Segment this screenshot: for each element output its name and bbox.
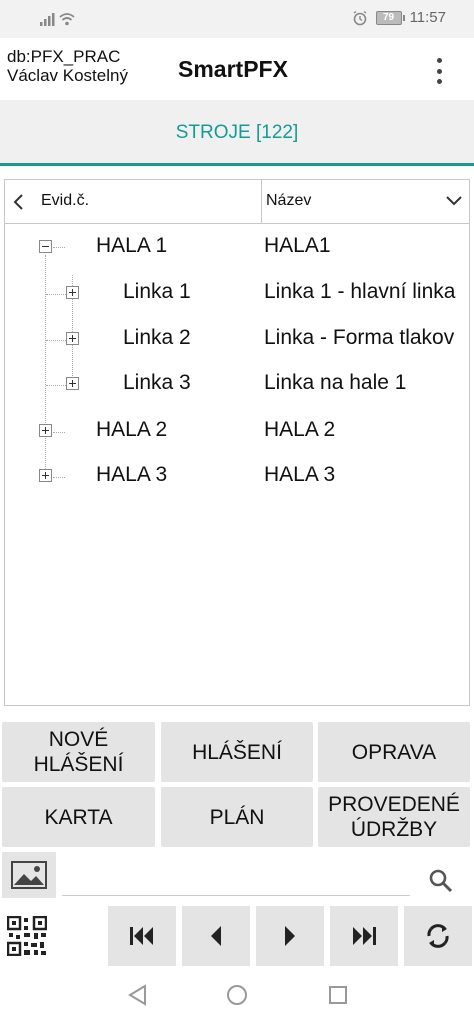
plan-button[interactable]: PLÁN [161,787,313,847]
row-nazev: HALA1 [264,234,331,257]
battery-indicator: 79 [375,10,405,25]
status-bar: 79 11:57 [0,0,474,38]
column-header-nazev[interactable]: Název [266,192,311,210]
search-input[interactable] [62,862,410,896]
tree-row-hala-3[interactable]: HALA 3 HALA 3 [5,454,469,498]
collapse-icon[interactable] [39,240,52,253]
row-nazev: Linka - Forma tlakov [264,326,455,349]
image-icon [11,861,47,889]
expand-icon[interactable] [39,469,52,482]
alarm-icon [353,10,366,25]
expand-icon[interactable] [39,424,52,437]
chevron-left-icon[interactable] [11,192,25,212]
user-name: Václav Kostelný [7,66,128,85]
row-nazev: Linka 1 - hlavní linka [264,280,456,303]
row-evid: HALA 1 [96,234,168,257]
tree-row-linka-1[interactable]: Linka 1 Linka 1 - hlavní linka [5,271,469,315]
tree-row-hala-1[interactable]: HALA 1 HALA1 [5,225,469,269]
row-evid: Linka 2 [123,326,191,349]
card-button[interactable]: KARTA [2,787,155,847]
image-button[interactable] [2,852,56,898]
home-icon[interactable] [225,983,249,1007]
system-nav-bar [0,968,474,1022]
maintenance-button[interactable]: PROVEDENÉ ÚDRŽBY [318,787,470,847]
qr-code-icon [7,916,47,956]
row-evid: HALA 3 [96,463,168,486]
clock: 11:57 [409,9,446,26]
last-record-button[interactable] [330,906,398,966]
tab-bar: STROJE [122] [0,100,474,166]
next-record-button[interactable] [256,906,324,966]
tree-row-linka-2[interactable]: Linka 2 Linka - Forma tlakov [5,317,469,361]
skip-last-icon [353,927,376,945]
new-report-button[interactable]: NOVÉ HLÁŠENÍ [2,722,155,782]
maintenance-label-line1: PROVEDENÉ [328,793,460,816]
signal-wifi-icon [40,13,75,26]
row-evid: Linka 3 [123,371,191,394]
row-evid: HALA 2 [96,418,168,441]
new-report-label-line2: HLÁŠENÍ [33,753,124,776]
expand-icon[interactable] [66,332,79,345]
app-header: db:PFX_PRAC Václav Kostelný SmartPFX [0,38,474,100]
first-record-button[interactable] [108,906,176,966]
skip-first-icon [130,927,153,945]
tree-row-linka-3[interactable]: Linka 3 Linka na hale 1 [5,362,469,406]
previous-record-button[interactable] [182,906,250,966]
next-icon [285,926,295,946]
tree-row-hala-2[interactable]: HALA 2 HALA 2 [5,409,469,453]
db-info: db:PFX_PRAC Václav Kostelný [7,47,128,85]
database-name: db:PFX_PRAC [7,47,121,66]
column-header-evid[interactable]: Evid.č. [41,192,89,210]
recents-icon[interactable] [327,984,349,1006]
machine-tree: Evid.č. Název HALA 1 HALA1 Linka 1 Linka… [4,179,470,706]
maintenance-label-line2: ÚDRŽBY [350,818,438,841]
overflow-menu-icon[interactable] [434,58,444,84]
expand-icon[interactable] [66,286,79,299]
row-nazev: Linka na hale 1 [264,371,407,394]
column-divider [261,180,262,224]
chevron-down-icon[interactable] [445,194,463,208]
reports-button[interactable]: HLÁŠENÍ [161,722,313,782]
expand-icon[interactable] [66,377,79,390]
row-nazev: HALA 3 [264,463,336,486]
tab-indicator [0,163,474,166]
refresh-icon [427,924,449,948]
tab-machines[interactable]: STROJE [122] [0,122,474,144]
new-report-label-line1: NOVÉ [48,728,109,751]
tree-header: Evid.č. Název [5,180,469,224]
repair-button[interactable]: OPRAVA [318,722,470,782]
row-evid: Linka 1 [123,280,191,303]
qr-scan-button[interactable] [2,906,52,966]
app-title: SmartPFX [178,56,288,82]
refresh-button[interactable] [404,906,472,966]
search-icon[interactable] [428,868,454,894]
row-nazev: HALA 2 [264,418,336,441]
prev-icon [211,926,221,946]
back-icon[interactable] [126,983,148,1007]
